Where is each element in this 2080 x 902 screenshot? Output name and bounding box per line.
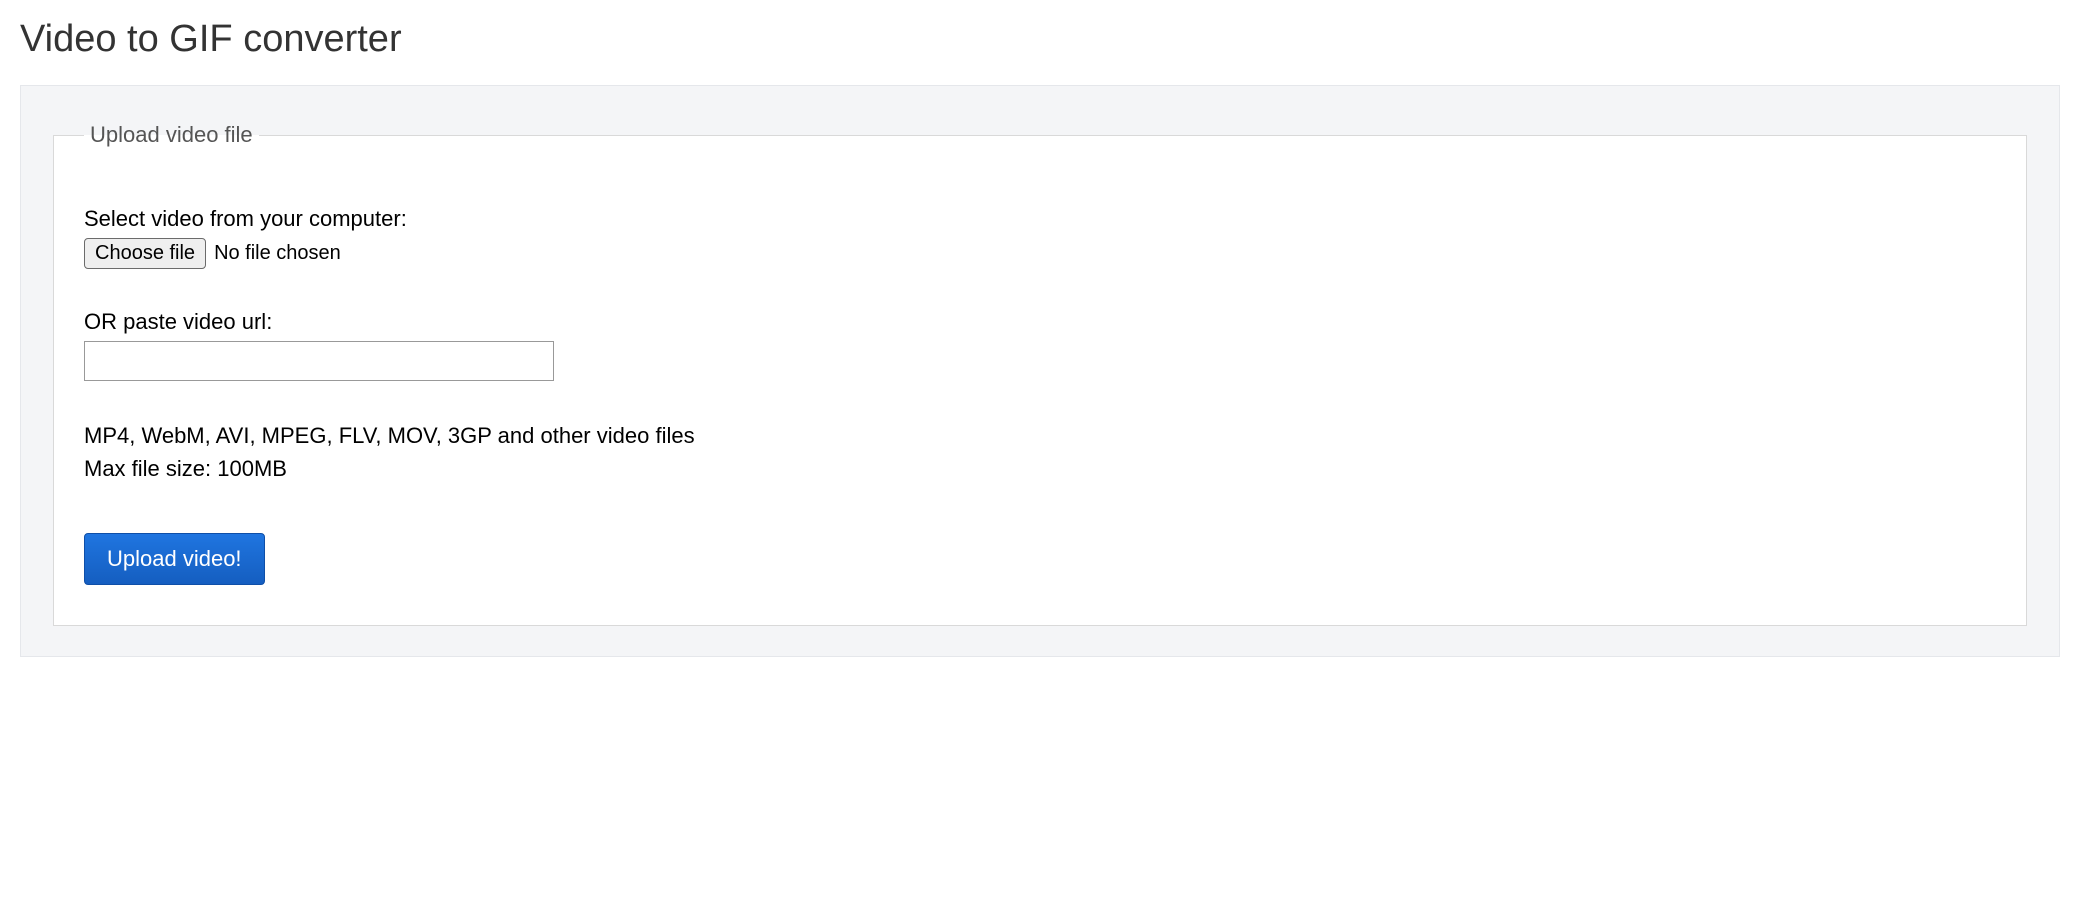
- url-section: OR paste video url:: [84, 309, 1996, 381]
- upload-panel: Upload video file Select video from your…: [20, 85, 2060, 657]
- upload-fieldset: Upload video file Select video from your…: [53, 122, 2027, 626]
- page-title: Video to GIF converter: [20, 18, 2060, 61]
- upload-video-button[interactable]: Upload video!: [84, 533, 265, 585]
- max-file-size-text: Max file size: 100MB: [84, 452, 1996, 485]
- supported-formats-text: MP4, WebM, AVI, MPEG, FLV, MOV, 3GP and …: [84, 419, 1996, 452]
- file-status-text: No file chosen: [214, 242, 341, 265]
- choose-file-button[interactable]: Choose file: [84, 238, 206, 269]
- select-video-section: Select video from your computer: Choose …: [84, 206, 1996, 269]
- select-video-label: Select video from your computer:: [84, 206, 1996, 232]
- fieldset-legend: Upload video file: [84, 122, 259, 148]
- url-label: OR paste video url:: [84, 309, 1996, 335]
- info-block: MP4, WebM, AVI, MPEG, FLV, MOV, 3GP and …: [84, 419, 1996, 485]
- video-url-input[interactable]: [84, 341, 554, 381]
- file-input-row: Choose file No file chosen: [84, 238, 1996, 269]
